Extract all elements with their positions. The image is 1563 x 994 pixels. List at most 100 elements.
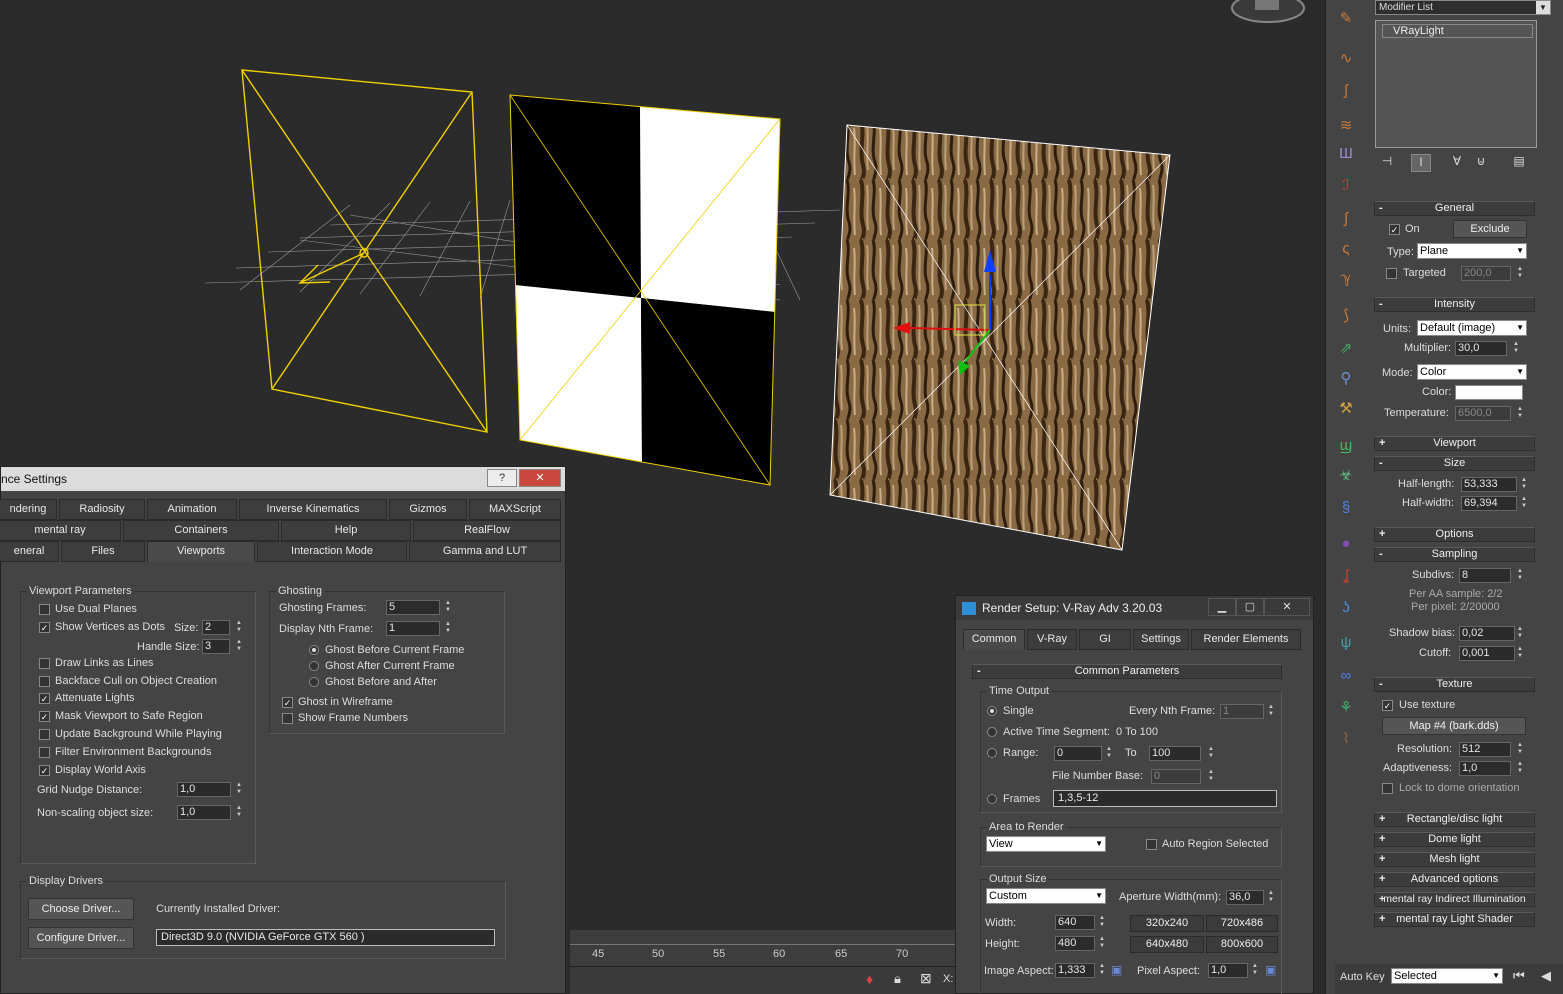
maximize-icon[interactable]: ▢ bbox=[1236, 598, 1264, 616]
pin-stack-icon[interactable]: ⊣ bbox=[1377, 154, 1397, 172]
selection-set-dropdown[interactable]: Selected ▼ bbox=[1391, 968, 1503, 984]
non-scaling-spinner[interactable]: 1,0 bbox=[177, 805, 231, 820]
pixel-aspect-lock-icon[interactable]: ▣ bbox=[1265, 963, 1276, 977]
link-tool-icon[interactable]: § bbox=[1334, 497, 1358, 519]
rollout-size[interactable]: - Size bbox=[1374, 456, 1535, 471]
multiplier-spinner[interactable]: 30,0 bbox=[1455, 341, 1507, 356]
mode-dropdown[interactable]: Color ▼ bbox=[1417, 364, 1527, 380]
hook-tool-icon[interactable]: ʖ bbox=[1334, 597, 1358, 619]
prefs-titlebar[interactable]: nce Settings bbox=[1, 467, 565, 491]
use-texture-checkbox[interactable]: ✓ bbox=[1382, 700, 1393, 711]
targeted-distance-spinner[interactable]: 200,0 bbox=[1461, 266, 1511, 281]
backface-cull-checkbox[interactable] bbox=[39, 676, 50, 687]
tab-gamma-lut[interactable]: Gamma and LUT bbox=[409, 541, 561, 562]
ghosting-frames-spinner[interactable]: 5 bbox=[386, 600, 440, 615]
spinner-arrows-icon[interactable]: ▲ ▼ bbox=[234, 639, 244, 654]
pixel-aspect-spinner[interactable]: 1,0 bbox=[1208, 963, 1248, 978]
spinner-arrows-icon[interactable]: ▲ ▼ bbox=[1250, 963, 1260, 978]
preset-640x480-button[interactable]: 640x480 bbox=[1130, 936, 1204, 953]
rollout-mesh-light[interactable]: + Mesh light bbox=[1374, 852, 1535, 867]
minimize-icon[interactable]: ▁ bbox=[1208, 598, 1236, 616]
configure-driver-button[interactable]: Configure Driver... bbox=[28, 927, 134, 949]
spinner-arrows-icon[interactable]: ▲ ▼ bbox=[1511, 341, 1521, 356]
spinner-arrows-icon[interactable]: ▲ ▼ bbox=[234, 805, 244, 820]
scale-tool-icon[interactable]: ⚒ bbox=[1334, 398, 1358, 420]
rollout-rectangle-disc[interactable]: + Rectangle/disc light bbox=[1374, 812, 1535, 827]
tab-realflow[interactable]: RealFlow bbox=[413, 520, 561, 541]
hair-tool-icon[interactable]: ✎ bbox=[1334, 8, 1358, 30]
absolute-mode-icon[interactable]: ⊠ bbox=[920, 970, 932, 987]
tab-settings[interactable]: Settings bbox=[1133, 629, 1189, 650]
resolution-spinner[interactable]: 512 bbox=[1459, 742, 1511, 757]
tab-help[interactable]: Help bbox=[281, 520, 411, 541]
snake-tool-icon[interactable]: ʆ bbox=[1334, 565, 1358, 587]
half-width-spinner[interactable]: 69,394 bbox=[1461, 496, 1517, 511]
tab-general[interactable]: eneral bbox=[0, 541, 59, 562]
clump-tool-icon[interactable]: ς bbox=[1334, 238, 1358, 260]
ghost-after-radio[interactable] bbox=[309, 661, 319, 671]
cutoff-spinner[interactable]: 0,001 bbox=[1459, 646, 1515, 661]
spinner-arrows-icon[interactable]: ▲ ▼ bbox=[1266, 704, 1276, 719]
spinner-arrows-icon[interactable]: ▲ ▼ bbox=[1515, 761, 1525, 776]
range-to-spinner[interactable]: 100 bbox=[1149, 746, 1201, 761]
rollout-options[interactable]: + Options bbox=[1374, 527, 1535, 542]
tab-common[interactable]: Common bbox=[963, 629, 1025, 650]
range-from-spinner[interactable]: 0 bbox=[1054, 746, 1102, 761]
configure-sets-icon[interactable]: ▤ bbox=[1509, 154, 1529, 172]
cut-tool-icon[interactable]: ℐ bbox=[1334, 175, 1358, 197]
lock-icon[interactable]: 🔒︎ bbox=[894, 971, 901, 987]
spinner-arrows-icon[interactable]: ▲ ▼ bbox=[443, 600, 453, 615]
rollout-texture[interactable]: - Texture bbox=[1374, 677, 1535, 692]
auto-region-checkbox[interactable] bbox=[1146, 839, 1157, 850]
curl-tool-icon[interactable]: ∿ bbox=[1334, 48, 1358, 70]
tab-inverse-kinematics[interactable]: Inverse Kinematics bbox=[239, 499, 387, 520]
preset-320x240-button[interactable]: 320x240 bbox=[1130, 915, 1204, 932]
display-world-axis-checkbox[interactable]: ✓ bbox=[39, 765, 50, 776]
spinner-arrows-icon[interactable]: ▲ ▼ bbox=[1097, 963, 1107, 978]
exclude-button[interactable]: Exclude bbox=[1453, 220, 1527, 238]
lock-dome-checkbox[interactable] bbox=[1382, 783, 1393, 794]
close-icon[interactable]: ✕ bbox=[519, 469, 561, 487]
frames-radio[interactable] bbox=[987, 794, 997, 804]
chain-tool-icon[interactable]: ∞ bbox=[1334, 665, 1358, 687]
ghost-before-radio[interactable] bbox=[309, 645, 319, 655]
spinner-arrows-icon[interactable]: ▲ ▼ bbox=[1515, 646, 1525, 661]
remove-modifier-icon[interactable]: ⊍ bbox=[1471, 154, 1491, 172]
spinner-arrows-icon[interactable]: ▲ ▼ bbox=[1519, 496, 1529, 511]
brush-tool-icon[interactable]: ≋ bbox=[1334, 115, 1358, 137]
spinner-arrows-icon[interactable]: ▲ ▼ bbox=[1515, 568, 1525, 583]
spinner-arrows-icon[interactable]: ▲ ▼ bbox=[1515, 742, 1525, 757]
tab-rendering[interactable]: ndering bbox=[0, 499, 57, 520]
spinner-arrows-icon[interactable]: ▲ ▼ bbox=[1104, 746, 1114, 761]
previous-frame-icon[interactable]: ◀ bbox=[1541, 968, 1551, 984]
rollout-advanced[interactable]: + Advanced options bbox=[1374, 872, 1535, 887]
rollout-mr-indirect[interactable]: + mental ray Indirect Illumination bbox=[1374, 892, 1535, 907]
choose-driver-button[interactable]: Choose Driver... bbox=[28, 898, 134, 920]
grow-tool-icon[interactable]: ⚲ bbox=[1334, 368, 1358, 390]
rollout-intensity[interactable]: - Intensity bbox=[1374, 297, 1535, 312]
tab-files[interactable]: Files bbox=[61, 541, 145, 562]
shadow-bias-spinner[interactable]: 0,02 bbox=[1459, 626, 1515, 641]
spinner-arrows-icon[interactable]: ▲ ▼ bbox=[234, 620, 244, 635]
update-background-checkbox[interactable] bbox=[39, 729, 50, 740]
tab-containers[interactable]: Containers bbox=[123, 520, 279, 541]
on-checkbox[interactable]: ✓ bbox=[1389, 224, 1400, 235]
nth-frame-spinner[interactable]: 1 bbox=[386, 621, 440, 636]
go-to-start-icon[interactable]: ⏮ bbox=[1513, 968, 1525, 984]
every-nth-spinner[interactable]: 1 bbox=[1220, 704, 1264, 719]
ghost-both-radio[interactable] bbox=[309, 677, 319, 687]
spinner-arrows-icon[interactable]: ▲ ▼ bbox=[1519, 477, 1529, 492]
make-unique-icon[interactable]: ∀ bbox=[1447, 154, 1467, 172]
preset-800x600-button[interactable]: 800x600 bbox=[1206, 936, 1278, 953]
type-dropdown[interactable]: Plane ▼ bbox=[1417, 243, 1527, 259]
close-icon[interactable]: ✕ bbox=[1264, 598, 1310, 616]
handle-size-spinner[interactable]: 3 bbox=[202, 639, 230, 654]
file-number-base-spinner[interactable]: 0 bbox=[1151, 769, 1201, 784]
tab-gi[interactable]: GI bbox=[1079, 629, 1131, 650]
rollout-common-parameters[interactable]: - Common Parameters bbox=[972, 664, 1282, 679]
subdivs-spinner[interactable]: 8 bbox=[1459, 568, 1511, 583]
show-end-result-icon[interactable]: I bbox=[1411, 154, 1431, 172]
use-dual-planes-checkbox[interactable] bbox=[39, 604, 50, 615]
grid-nudge-spinner[interactable]: 1,0 bbox=[177, 782, 231, 797]
show-frame-numbers-checkbox[interactable] bbox=[282, 713, 293, 724]
